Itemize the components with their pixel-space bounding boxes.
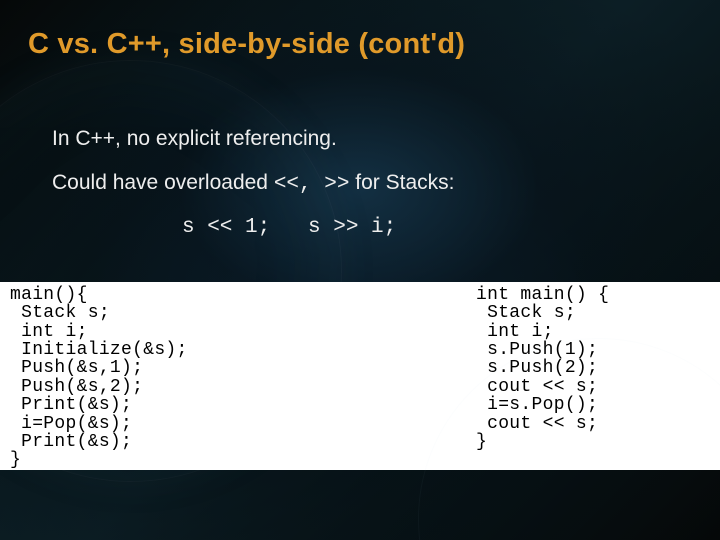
body-line-2-post: for Stacks:: [349, 171, 454, 194]
body-line-2-pre: Could have overloaded: [52, 171, 274, 194]
code-c: main(){ Stack s; int i; Initialize(&s); …: [0, 282, 378, 470]
body-line-2-ops: <<, >>: [274, 173, 350, 196]
code-comparison: main(){ Stack s; int i; Initialize(&s); …: [0, 282, 720, 470]
code-cpp: int main() { Stack s; int i; s.Push(1); …: [378, 282, 720, 470]
body-line-2: Could have overloaded <<, >> for Stacks:: [52, 170, 672, 198]
body-example-code: s << 1; s >> i;: [182, 215, 672, 241]
body-line-1: In C++, no explicit referencing.: [52, 126, 672, 152]
slide-title: C vs. C++, side-by-side (cont'd): [28, 28, 465, 61]
slide-body: In C++, no explicit referencing. Could h…: [52, 126, 672, 241]
slide: C vs. C++, side-by-side (cont'd) In C++,…: [0, 0, 720, 540]
